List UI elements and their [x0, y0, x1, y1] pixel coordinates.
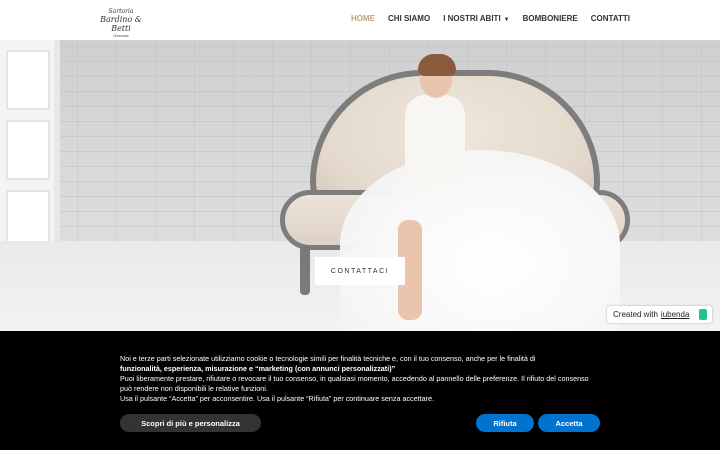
cookie-text-line2: Puoi liberamente prestare, rifiutare o r… — [120, 374, 589, 393]
site-header: Sartoria Bardino & Betti Genova HOME CHI… — [0, 0, 720, 40]
iubenda-link[interactable]: iubenda — [661, 310, 689, 319]
logo-line-3: Genova — [113, 33, 129, 38]
nav-contatti[interactable]: CONTATTI — [591, 14, 630, 23]
chevron-down-icon: ▼ — [503, 17, 510, 23]
bride-bodice-image — [405, 95, 465, 185]
bride-dress-image — [340, 150, 620, 331]
site-logo[interactable]: Sartoria Bardino & Betti Genova — [90, 8, 152, 38]
customize-button[interactable]: Scopri di più e personalizza — [120, 414, 261, 432]
hero-section: CONTATTACI — [0, 40, 720, 331]
contattaci-button[interactable]: CONTATTACI — [315, 257, 405, 285]
cookie-text: Noi e terze parti selezionate utilizziam… — [120, 354, 600, 404]
logo-line-1: Sartoria — [108, 8, 134, 15]
main-nav: HOME CHI SIAMO I NOSTRI ABITI ▼ BOMBONIER… — [338, 14, 630, 23]
window-image — [0, 40, 60, 270]
window-pane — [6, 120, 50, 180]
bride-hair-image — [418, 54, 456, 76]
reject-button[interactable]: Rifiuta — [476, 414, 534, 432]
cookie-text-bold: funzionalità, esperienza, misurazione e … — [120, 364, 396, 373]
accept-button[interactable]: Accetta — [538, 414, 600, 432]
iubenda-prefix: Created with — [613, 310, 658, 319]
cookie-text-intro: Noi e terze parti selezionate utilizziam… — [120, 354, 536, 363]
sofa-leg — [300, 245, 310, 295]
iubenda-badge[interactable]: Created with iubenda — [607, 306, 712, 323]
logo-line-2: Bardino & Betti — [100, 15, 142, 33]
nav-i-nostri-abiti[interactable]: I NOSTRI ABITI ▼ — [443, 14, 509, 23]
iubenda-icon — [699, 309, 707, 320]
nav-chi-siamo[interactable]: CHI SIAMO — [388, 14, 430, 23]
window-pane — [6, 50, 50, 110]
cookie-banner: Noi e terze parti selezionate utilizziam… — [0, 331, 720, 450]
nav-home[interactable]: HOME — [351, 14, 375, 23]
nav-i-nostri-abiti-label: I NOSTRI ABITI — [443, 14, 501, 23]
nav-bomboniere[interactable]: BOMBONIERE — [523, 14, 578, 23]
cookie-text-line3: Usa il pulsante “Accetta” per acconsenti… — [120, 394, 435, 403]
